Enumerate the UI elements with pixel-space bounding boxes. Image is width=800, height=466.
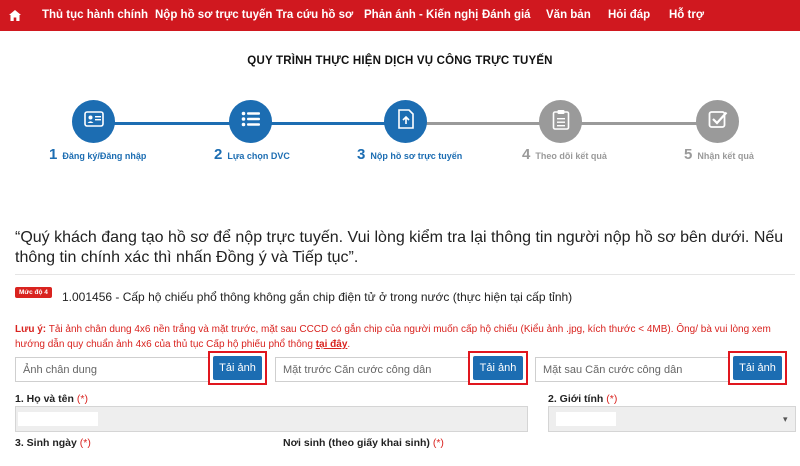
step-2-circle	[229, 100, 272, 143]
portrait-upload-highlight: Tải ảnh	[208, 351, 267, 385]
gender-label: 2. Giới tính (*)	[548, 393, 617, 405]
list-icon	[241, 111, 261, 132]
full-name-label-text: 1. Họ và tên	[15, 393, 74, 405]
id-front-upload-button[interactable]: Tải ảnh	[473, 356, 523, 380]
id-card-icon	[83, 111, 104, 132]
nav-phan-anh-kien-nghi[interactable]: Phản ánh - Kiến nghị	[364, 9, 478, 21]
home-icon[interactable]	[0, 0, 30, 31]
warning-text: Tải ảnh chân dung 4x6 nền trắng và mặt t…	[15, 324, 771, 350]
page-title: QUY TRÌNH THỰC HIỆN DỊCH VỤ CÔNG TRỰC TU…	[247, 55, 553, 67]
clipboard-icon	[552, 109, 570, 135]
step-1-circle	[72, 100, 115, 143]
photo-guide-link[interactable]: tại đây	[316, 339, 348, 350]
step-3-number: 3	[357, 146, 366, 163]
nav-ho-tro[interactable]: Hỗ trợ	[669, 9, 704, 21]
chevron-down-icon: ▾	[783, 414, 788, 424]
step-1-number: 1	[49, 146, 58, 163]
step-3-label: 3 Nộp hồ sơ trực tuyến	[357, 146, 462, 163]
procedure-title: 1.001456 - Cấp hộ chiếu phổ thông không …	[62, 290, 573, 304]
step-4-circle	[539, 100, 582, 143]
id-back-upload-button[interactable]: Tải ảnh	[733, 356, 782, 380]
step-2-number: 2	[214, 146, 223, 163]
gender-redacted	[556, 412, 616, 426]
step-4-number: 4	[522, 146, 531, 163]
birthplace-required-mark: (*)	[432, 437, 444, 449]
top-nav-bar: Thủ tục hành chính Nộp hồ sơ trực tuyến …	[0, 0, 800, 31]
id-front-field[interactable]: Mặt trước Căn cước công dân	[275, 357, 470, 382]
warning-end: .	[347, 339, 351, 350]
step-5-circle	[696, 100, 739, 143]
full-name-required-mark: (*)	[76, 393, 88, 405]
upload-warning: Lưu ý: Tải ảnh chân dung 4x6 nền trắng v…	[15, 322, 800, 352]
step-1-label: 1 Đăng ký/Đăng nhập	[49, 146, 146, 163]
nav-tra-cuu-ho-so[interactable]: Tra cứu hồ sơ	[276, 9, 353, 21]
step-5-text: Nhận kết quả	[697, 151, 754, 161]
dob-required-mark: (*)	[79, 437, 91, 449]
id-front-upload-highlight: Tải ảnh	[468, 351, 528, 385]
id-back-upload-highlight: Tải ảnh	[728, 351, 787, 385]
upload-document-icon	[397, 109, 415, 134]
step-2-label: 2 Lựa chọn DVC	[214, 146, 290, 163]
dob-label-text: 3. Sinh ngày	[15, 437, 77, 449]
nav-nop-ho-so-truc-tuyen[interactable]: Nộp hồ sơ trực tuyến	[155, 9, 272, 21]
nav-van-ban[interactable]: Văn bản	[546, 9, 591, 21]
section-divider	[15, 274, 795, 275]
portrait-photo-field[interactable]: Ảnh chân dung	[15, 357, 210, 382]
birthplace-label-text: Nơi sinh (theo giấy khai sinh)	[283, 437, 430, 449]
gender-required-mark: (*)	[606, 393, 618, 405]
step-3-circle	[384, 100, 427, 143]
step-5-label: 5 Nhận kết quả	[684, 146, 754, 163]
step-2-text: Lựa chọn DVC	[227, 151, 290, 161]
portrait-upload-button[interactable]: Tải ảnh	[213, 356, 262, 380]
full-name-redacted	[18, 412, 98, 426]
full-name-label: 1. Họ và tên (*)	[15, 393, 88, 405]
step-3-text: Nộp hồ sơ trực tuyến	[370, 151, 463, 161]
step-1-text: Đăng ký/Đăng nhập	[62, 151, 147, 161]
step-4-label: 4 Theo dõi kết quả	[522, 146, 607, 163]
confirmation-notice: “Quý khách đang tạo hồ sơ để nộp trực tu…	[15, 229, 784, 266]
checkbox-icon	[708, 109, 728, 134]
nav-danh-gia[interactable]: Đánh giá	[482, 9, 531, 21]
id-back-field[interactable]: Mặt sau Căn cước công dân	[535, 357, 730, 382]
step-5-number: 5	[684, 146, 693, 163]
level-badge: Mức độ 4	[15, 287, 52, 298]
nav-hoi-dap[interactable]: Hỏi đáp	[608, 9, 650, 21]
nav-thu-tuc-hanh-chinh[interactable]: Thủ tục hành chính	[42, 9, 148, 21]
dob-label: 3. Sinh ngày (*)	[15, 437, 91, 449]
step-4-text: Theo dõi kết quả	[535, 151, 607, 161]
warning-label: Lưu ý:	[15, 324, 47, 335]
birthplace-label: Nơi sinh (theo giấy khai sinh) (*)	[283, 437, 444, 449]
gender-label-text: 2. Giới tính	[548, 393, 604, 405]
